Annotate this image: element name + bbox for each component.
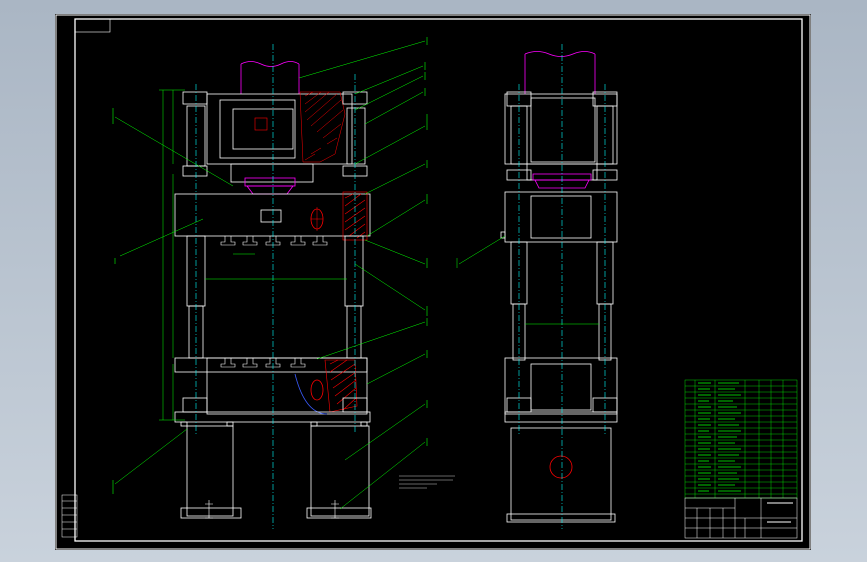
side-base-port [549,455,573,479]
balloon-markers [112,37,428,494]
hydraulic-press-assembly-drawing [55,14,811,550]
front-dimensions [114,40,426,510]
sheet-outer-border [55,14,811,550]
side-base [510,427,612,521]
right-guide-sleeve [346,107,366,165]
top-beam [206,93,353,165]
side-lower-beam [504,357,618,415]
side-slide [504,191,618,243]
side-centerlines [518,44,606,529]
right-support-leg [310,425,370,517]
technical-notes [399,475,455,489]
cad-drawing-viewport[interactable] [55,14,811,550]
ram-lower-block [230,163,314,183]
sheet-inner-border [74,18,803,542]
left-top-nut [182,91,208,105]
main-cylinder [240,61,300,94]
slide-t-slots [220,236,328,246]
side-top-beam [504,93,618,165]
guide-columns [186,235,364,359]
title-block [684,497,798,539]
lower-beam-bore [310,379,324,401]
side-view [500,51,618,523]
top-beam-section-hatch [299,91,346,163]
corner-code-box [74,18,111,33]
parts-list-table [684,379,798,499]
side-dimensions [456,235,599,325]
lower-beam-hatch [324,359,358,413]
left-support-leg [186,425,234,517]
moving-slide [174,193,371,237]
base-plate [174,411,371,423]
